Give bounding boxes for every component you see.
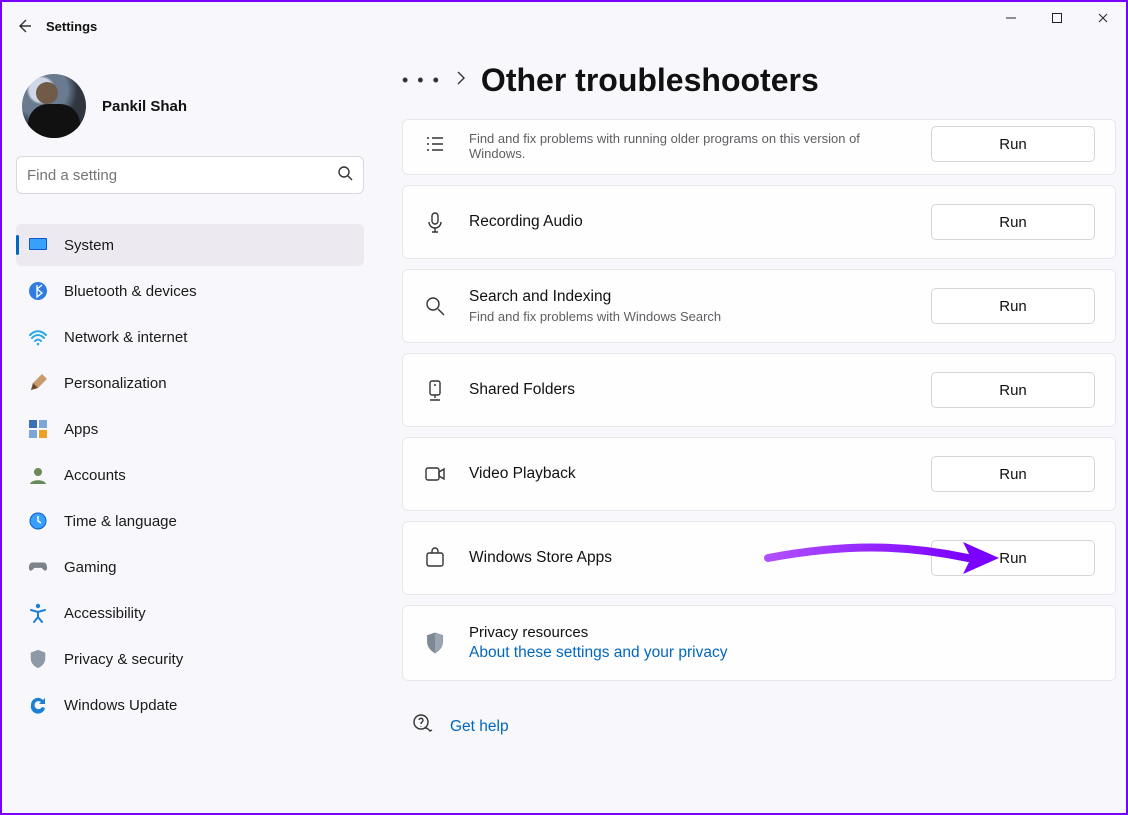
sidebar-item-bluetooth[interactable]: Bluetooth & devices xyxy=(16,270,364,312)
chevron-right-icon xyxy=(455,71,467,90)
sidebar-item-label: Personalization xyxy=(64,375,167,392)
accessibility-icon xyxy=(28,603,48,623)
search-input[interactable] xyxy=(16,156,364,194)
sidebar-item-label: Bluetooth & devices xyxy=(64,283,197,300)
run-button[interactable]: Run xyxy=(931,456,1095,492)
troubleshooter-card-shared-folders: Shared Folders Run xyxy=(402,353,1116,427)
minimize-button[interactable] xyxy=(988,2,1034,34)
sidebar-item-label: Accessibility xyxy=(64,605,146,622)
server-icon xyxy=(423,379,447,401)
search-icon xyxy=(423,295,447,317)
card-subtitle: Find and fix problems with running older… xyxy=(469,131,909,161)
microphone-icon xyxy=(423,211,447,233)
avatar xyxy=(22,74,86,138)
sidebar-item-apps[interactable]: Apps xyxy=(16,408,364,450)
app-title: Settings xyxy=(46,19,97,34)
help-icon xyxy=(412,713,434,740)
troubleshooter-card-compat: Program Compatibility Troubleshooter Fin… xyxy=(402,119,1116,175)
shield-icon xyxy=(423,632,447,654)
breadcrumb-ellipsis[interactable]: • • • xyxy=(402,70,441,91)
gaming-icon xyxy=(28,557,48,577)
privacy-icon xyxy=(28,649,48,669)
sidebar-item-label: System xyxy=(64,237,114,254)
profile-name: Pankil Shah xyxy=(102,98,187,115)
sidebar-item-gaming[interactable]: Gaming xyxy=(16,546,364,588)
troubleshooter-card-video: Video Playback Run xyxy=(402,437,1116,511)
time-icon xyxy=(28,511,48,531)
sidebar-item-personalization[interactable]: Personalization xyxy=(16,362,364,404)
troubleshooter-card-search: Search and Indexing Find and fix problem… xyxy=(402,269,1116,343)
get-help-link[interactable]: Get help xyxy=(450,718,509,736)
sidebar-item-label: Accounts xyxy=(64,467,126,484)
search-icon xyxy=(337,165,353,186)
maximize-button[interactable] xyxy=(1034,2,1080,34)
system-icon xyxy=(28,235,48,255)
sidebar-item-accessibility[interactable]: Accessibility xyxy=(16,592,364,634)
sidebar-item-label: Gaming xyxy=(64,559,117,576)
sidebar-item-privacy[interactable]: Privacy & security xyxy=(16,638,364,680)
back-button[interactable] xyxy=(2,2,46,50)
run-button[interactable]: Run xyxy=(931,204,1095,240)
store-icon xyxy=(423,547,447,569)
personalization-icon xyxy=(28,373,48,393)
sidebar-item-system[interactable]: System xyxy=(16,224,364,266)
run-button[interactable]: Run xyxy=(931,126,1095,162)
card-title: Recording Audio xyxy=(469,213,909,231)
troubleshooter-card-store-apps: Windows Store Apps Run xyxy=(402,521,1116,595)
list-icon xyxy=(423,133,447,155)
card-title: Privacy resources xyxy=(469,624,1095,641)
sidebar-item-time[interactable]: Time & language xyxy=(16,500,364,542)
sidebar-item-network[interactable]: Network & internet xyxy=(16,316,364,358)
run-button[interactable]: Run xyxy=(931,288,1095,324)
video-icon xyxy=(423,463,447,485)
run-button[interactable]: Run xyxy=(931,540,1095,576)
card-title: Video Playback xyxy=(469,465,909,483)
sidebar-item-label: Time & language xyxy=(64,513,177,530)
sidebar-item-label: Windows Update xyxy=(64,697,177,714)
apps-icon xyxy=(28,419,48,439)
card-title: Search and Indexing xyxy=(469,288,909,306)
network-icon xyxy=(28,327,48,347)
sidebar-item-accounts[interactable]: Accounts xyxy=(16,454,364,496)
card-subtitle: Find and fix problems with Windows Searc… xyxy=(469,309,909,324)
accounts-icon xyxy=(28,465,48,485)
troubleshooter-card-recording-audio: Recording Audio Run xyxy=(402,185,1116,259)
run-button[interactable]: Run xyxy=(931,372,1095,408)
card-title: Windows Store Apps xyxy=(469,549,909,567)
bluetooth-icon xyxy=(28,281,48,301)
privacy-resources-card: Privacy resources About these settings a… xyxy=(402,605,1116,681)
search-field[interactable] xyxy=(27,167,337,184)
page-title: Other troubleshooters xyxy=(481,62,819,99)
sidebar-item-label: Privacy & security xyxy=(64,651,183,668)
card-title: Shared Folders xyxy=(469,381,909,399)
update-icon xyxy=(28,695,48,715)
sidebar-item-label: Apps xyxy=(64,421,98,438)
close-button[interactable] xyxy=(1080,2,1126,34)
sidebar-item-label: Network & internet xyxy=(64,329,187,346)
troubleshooter-list: Program Compatibility Troubleshooter Fin… xyxy=(402,119,1116,681)
privacy-link[interactable]: About these settings and your privacy xyxy=(469,644,1095,662)
sidebar-item-update[interactable]: Windows Update xyxy=(16,684,364,726)
profile-block[interactable]: Pankil Shah xyxy=(16,74,372,138)
